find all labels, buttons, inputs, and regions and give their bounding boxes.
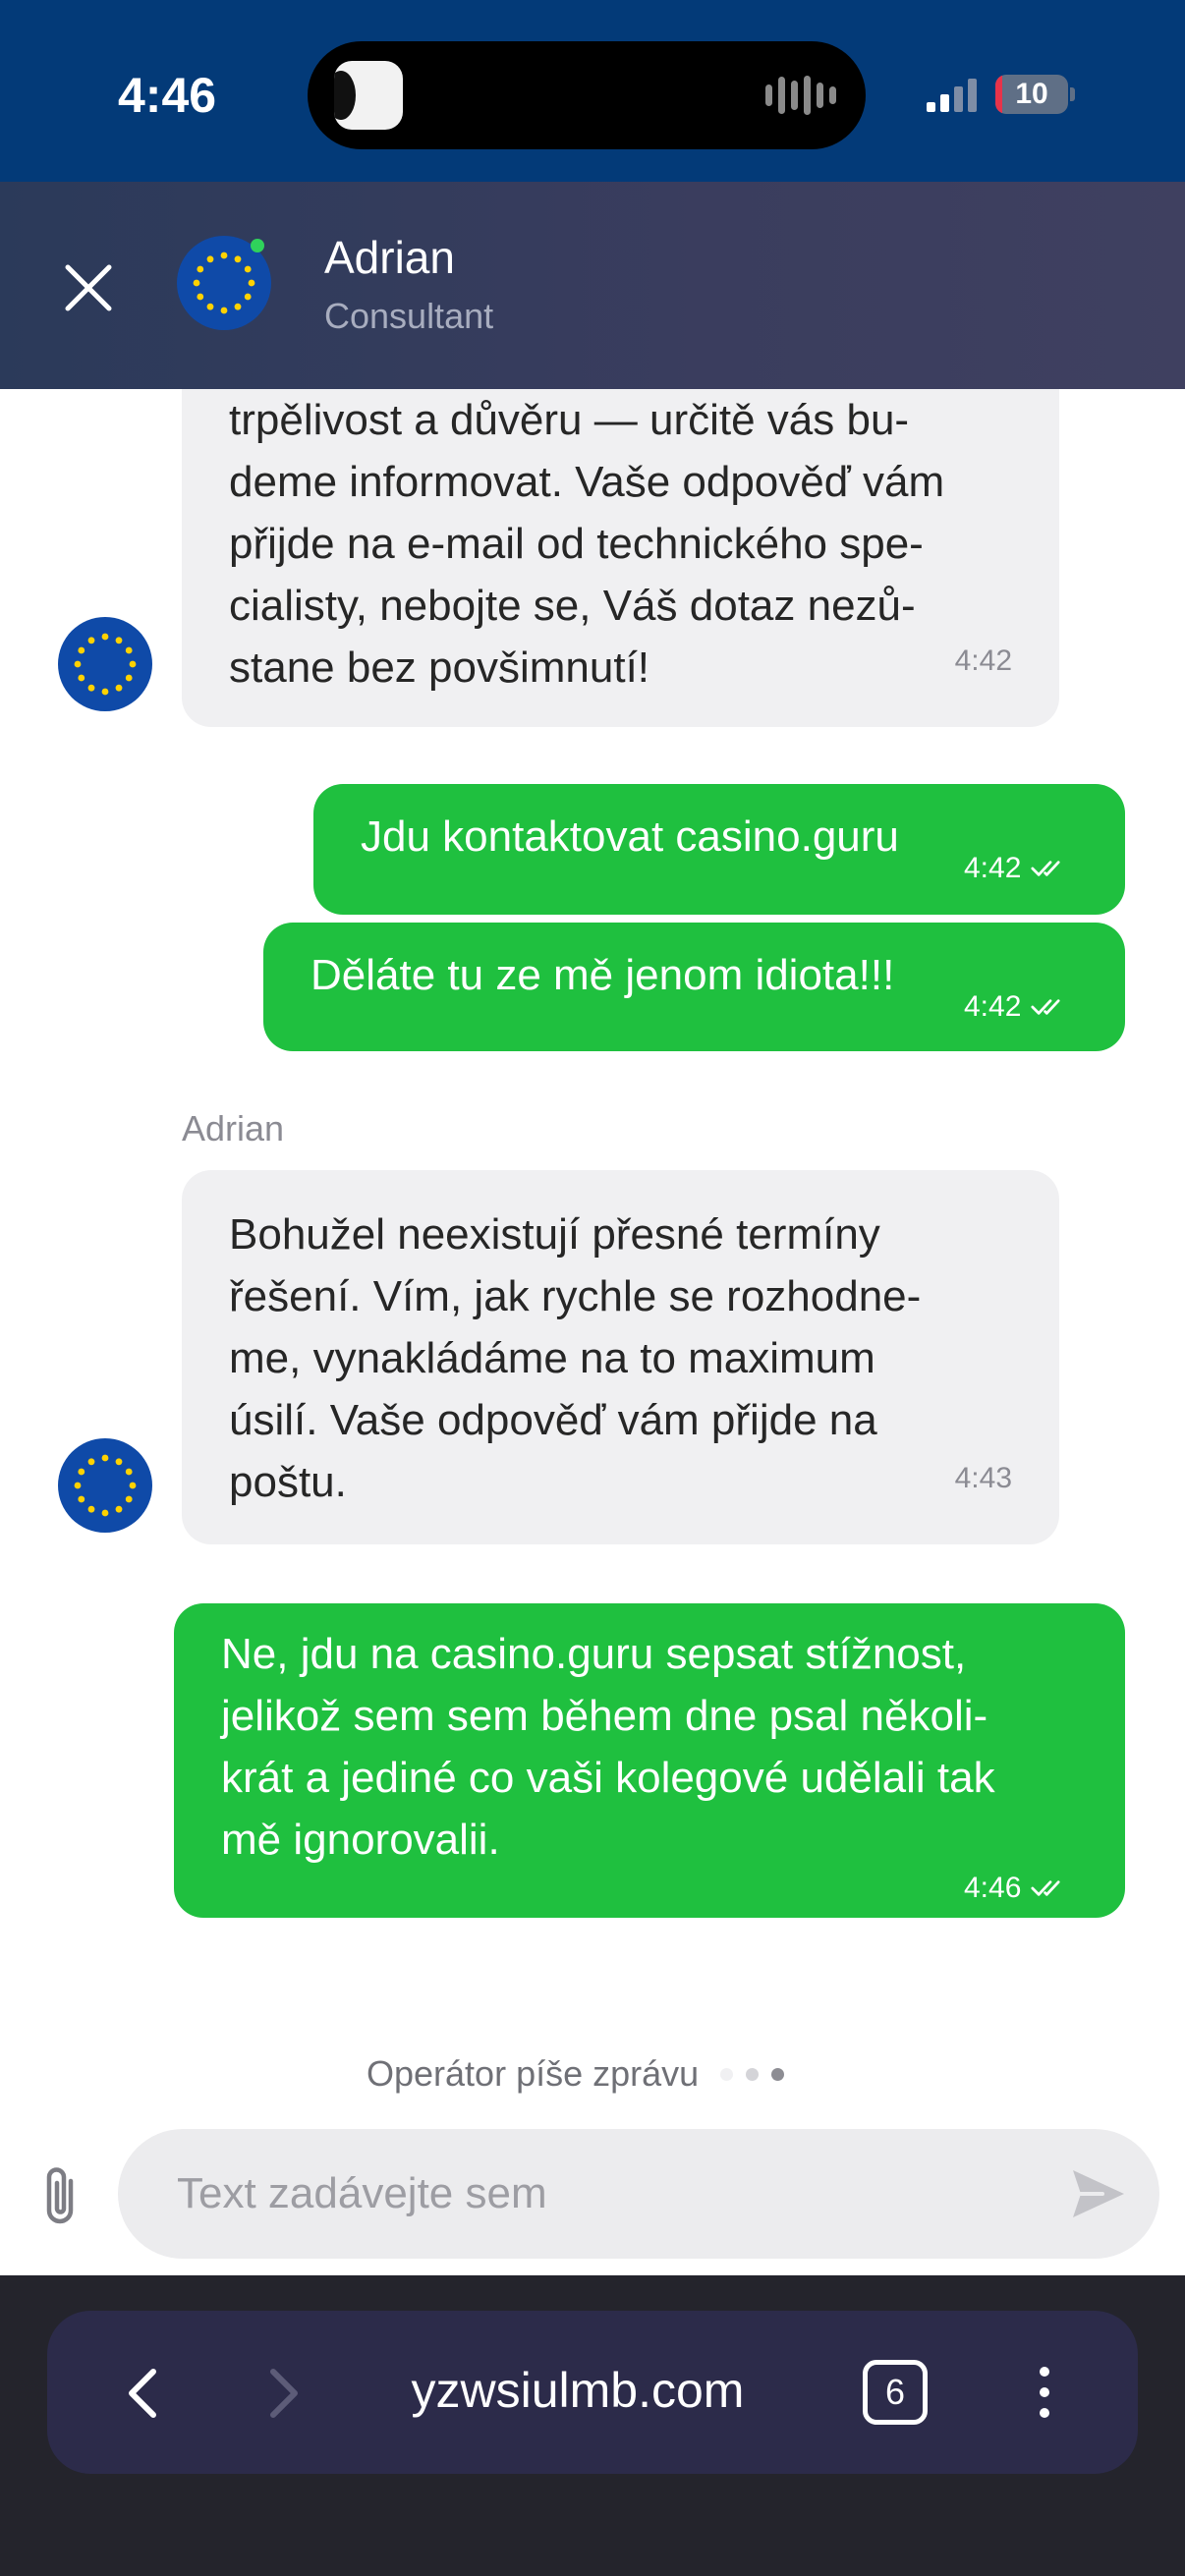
message-text: Jdu kontaktovat casino.guru bbox=[361, 812, 899, 861]
more-icon[interactable] bbox=[1030, 2360, 1059, 2425]
typing-indicator-text: Operátor píše zprávu bbox=[367, 2053, 700, 2094]
address-bar-url[interactable]: yzwsiulmb.com bbox=[381, 2362, 774, 2419]
dynamic-island-app-icon bbox=[334, 61, 403, 130]
outgoing-message-bubble: Ne, jdu na casino.guru sepsat stížnost, … bbox=[174, 1603, 1125, 1918]
message-line: mě ignorovalii. bbox=[221, 1816, 500, 1864]
message-line: krát a jediné co vaši kolegové udělali t… bbox=[221, 1754, 995, 1802]
double-check-icon bbox=[1031, 995, 1070, 1019]
back-icon[interactable] bbox=[114, 2362, 173, 2425]
close-icon[interactable] bbox=[54, 253, 123, 322]
message-line: me, vynakládáme na to maximum bbox=[229, 1334, 875, 1382]
message-timestamp: 4:42 bbox=[954, 644, 1012, 677]
message-line: deme informovat. Vaše odpověď vám bbox=[229, 458, 945, 506]
message-timestamp: 4:42 bbox=[964, 990, 1022, 1023]
message-line: přijde na e-mail od technického spe- bbox=[229, 520, 924, 568]
message-line: úsilí. Vaše odpověď vám přijde na bbox=[229, 1396, 877, 1444]
sender-name: Adrian bbox=[182, 1108, 285, 1148]
typing-dots-icon bbox=[720, 2067, 785, 2081]
message-line: řešení. Vím, jak rychle se rozhodne- bbox=[229, 1272, 922, 1320]
message-composer bbox=[118, 2129, 1159, 2259]
battery-cap bbox=[1070, 87, 1075, 101]
eu-flag-avatar bbox=[58, 1438, 152, 1533]
battery-icon: 10 bbox=[995, 75, 1068, 114]
message-meta: 4:42 bbox=[964, 837, 1070, 899]
message-timestamp: 4:42 bbox=[964, 852, 1022, 884]
send-icon[interactable] bbox=[1069, 2166, 1128, 2221]
paperclip-icon[interactable] bbox=[37, 2161, 86, 2230]
agent-name: Adrian bbox=[324, 232, 455, 283]
double-check-icon bbox=[1031, 857, 1070, 880]
message-line: jelikož sem sem během dne psal několi- bbox=[221, 1692, 988, 1740]
audio-wave-icon bbox=[765, 76, 836, 115]
forward-icon[interactable] bbox=[254, 2362, 312, 2425]
message-meta: 4:42 bbox=[964, 976, 1070, 1037]
agent-role: Consultant bbox=[324, 296, 494, 336]
message-line: stane bez povšimnutí! bbox=[229, 644, 650, 692]
chat-header: Adrian Consultant bbox=[0, 182, 1185, 389]
signal-icon bbox=[927, 79, 977, 112]
browser-toolbar: yzwsiulmb.com 6 bbox=[47, 2311, 1138, 2474]
outgoing-message-bubble: Děláte tu ze mě jenom idiota!!! 4:42 bbox=[263, 923, 1125, 1051]
double-check-icon bbox=[1031, 1876, 1070, 1900]
incoming-message-bubble: trpělivost a důvěru — určitě vás bu- dem… bbox=[182, 389, 1059, 727]
message-text: Děláte tu ze mě jenom idiota!!! bbox=[310, 951, 895, 999]
message-timestamp: 4:46 bbox=[964, 1872, 1022, 1904]
message-line: Bohužel neexistují přesné termíny bbox=[229, 1210, 880, 1259]
incoming-message-bubble: Bohužel neexistují přesné termíny řešení… bbox=[182, 1170, 1059, 1544]
message-line: poštu. bbox=[229, 1458, 347, 1506]
typing-indicator: Operátor píše zprávu bbox=[367, 2053, 785, 2095]
message-timestamp: 4:43 bbox=[954, 1462, 1012, 1494]
battery-text: 10 bbox=[1015, 78, 1048, 110]
eu-flag-avatar bbox=[58, 617, 152, 711]
online-status-dot bbox=[251, 239, 264, 252]
status-time: 4:46 bbox=[118, 68, 217, 123]
tabs-button[interactable]: 6 bbox=[863, 2360, 928, 2425]
status-bar: 4:46 10 bbox=[0, 0, 1185, 182]
message-meta: 4:46 bbox=[964, 1857, 1070, 1919]
dynamic-island bbox=[308, 41, 866, 149]
message-line: Ne, jdu na casino.guru sepsat stížnost, bbox=[221, 1630, 967, 1678]
outgoing-message-bubble: Jdu kontaktovat casino.guru 4:42 bbox=[313, 784, 1125, 915]
message-line: trpělivost a důvěru — určitě vás bu- bbox=[229, 396, 910, 444]
message-input[interactable] bbox=[177, 2129, 1042, 2259]
message-list[interactable]: trpělivost a důvěru — určitě vás bu- dem… bbox=[0, 389, 1185, 2118]
message-line: cialisty, nebojte se, Váš dotaz nezů- bbox=[229, 582, 916, 630]
